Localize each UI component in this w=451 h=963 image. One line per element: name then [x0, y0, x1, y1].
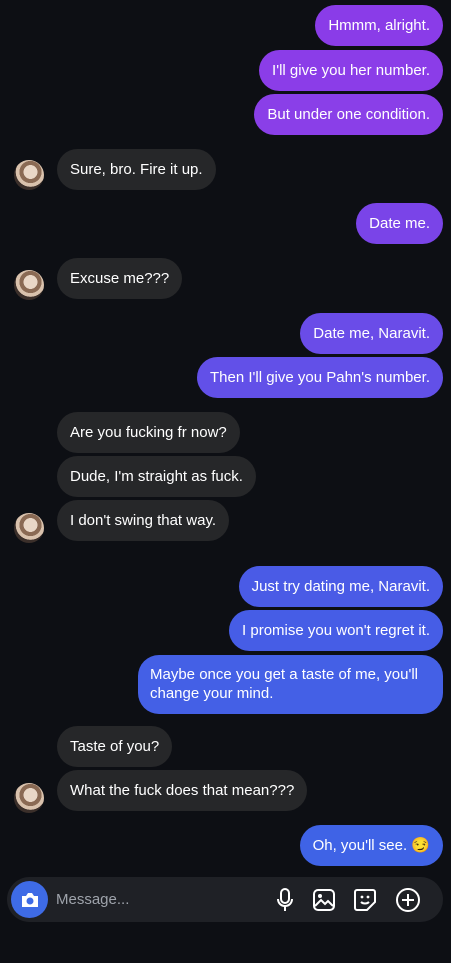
- contact-avatar[interactable]: [14, 160, 44, 190]
- incoming-message-bubble[interactable]: Excuse me???: [57, 258, 183, 299]
- camera-icon: [21, 892, 38, 907]
- gallery-button[interactable]: [311, 887, 337, 913]
- sticker-button[interactable]: [352, 887, 378, 913]
- microphone-icon: [277, 888, 293, 911]
- outgoing-message-bubble[interactable]: Maybe once you get a taste of me, you'll…: [138, 655, 443, 714]
- more-button[interactable]: [395, 887, 421, 913]
- message-row: But under one condition.: [254, 94, 443, 135]
- plus-circle-icon: [396, 888, 420, 912]
- message-row: What the fuck does that mean???: [57, 770, 308, 811]
- message-row: I don't swing that way.: [57, 500, 229, 541]
- message-row: Oh, you'll see. 😏: [299, 825, 443, 866]
- incoming-message-bubble[interactable]: Are you fucking fr now?: [57, 412, 240, 453]
- outgoing-message-bubble[interactable]: Date me.: [356, 203, 443, 244]
- contact-avatar[interactable]: [14, 783, 44, 813]
- message-thread: Hmmm, alright. I'll give you her number.…: [0, 0, 451, 872]
- message-row: Just try dating me, Naravit.: [238, 566, 443, 607]
- incoming-message-bubble[interactable]: I don't swing that way.: [57, 500, 229, 541]
- camera-button[interactable]: [11, 881, 48, 918]
- outgoing-message-bubble[interactable]: Date me, Naravit.: [300, 313, 443, 354]
- sticker-icon: [354, 889, 376, 911]
- message-row: Dude, I'm straight as fuck.: [57, 456, 256, 497]
- message-row: Taste of you?: [57, 726, 173, 767]
- outgoing-message-bubble[interactable]: Just try dating me, Naravit.: [238, 566, 443, 607]
- message-row: Are you fucking fr now?: [57, 412, 240, 453]
- message-row: Hmmm, alright.: [315, 5, 443, 46]
- outgoing-message-bubble[interactable]: Oh, you'll see. 😏: [299, 825, 443, 866]
- message-row: Excuse me???: [57, 258, 183, 299]
- incoming-message-bubble[interactable]: Sure, bro. Fire it up.: [57, 149, 216, 190]
- outgoing-message-bubble[interactable]: But under one condition.: [254, 94, 443, 135]
- message-input[interactable]: Message...: [56, 890, 129, 909]
- outgoing-message-bubble[interactable]: Hmmm, alright.: [315, 5, 443, 46]
- message-row: I promise you won't regret it.: [229, 610, 443, 651]
- contact-avatar[interactable]: [14, 270, 44, 300]
- message-row: Date me, Naravit.: [300, 313, 443, 354]
- message-row: Then I'll give you Pahn's number.: [196, 357, 443, 398]
- incoming-message-bubble[interactable]: Dude, I'm straight as fuck.: [57, 456, 256, 497]
- incoming-message-bubble[interactable]: What the fuck does that mean???: [57, 770, 308, 811]
- message-row: Maybe once you get a taste of me, you'll…: [138, 655, 443, 714]
- incoming-message-bubble[interactable]: Taste of you?: [57, 726, 173, 767]
- contact-avatar[interactable]: [14, 513, 44, 543]
- message-row: Sure, bro. Fire it up.: [57, 149, 216, 190]
- message-composer: Message...: [7, 877, 443, 922]
- outgoing-message-bubble[interactable]: I'll give you her number.: [259, 50, 443, 91]
- message-row: Date me.: [356, 203, 443, 244]
- outgoing-message-bubble[interactable]: Then I'll give you Pahn's number.: [196, 357, 443, 398]
- microphone-button[interactable]: [272, 887, 298, 913]
- image-icon: [313, 889, 335, 911]
- message-row: I'll give you her number.: [259, 50, 443, 91]
- outgoing-message-bubble[interactable]: I promise you won't regret it.: [229, 610, 443, 651]
